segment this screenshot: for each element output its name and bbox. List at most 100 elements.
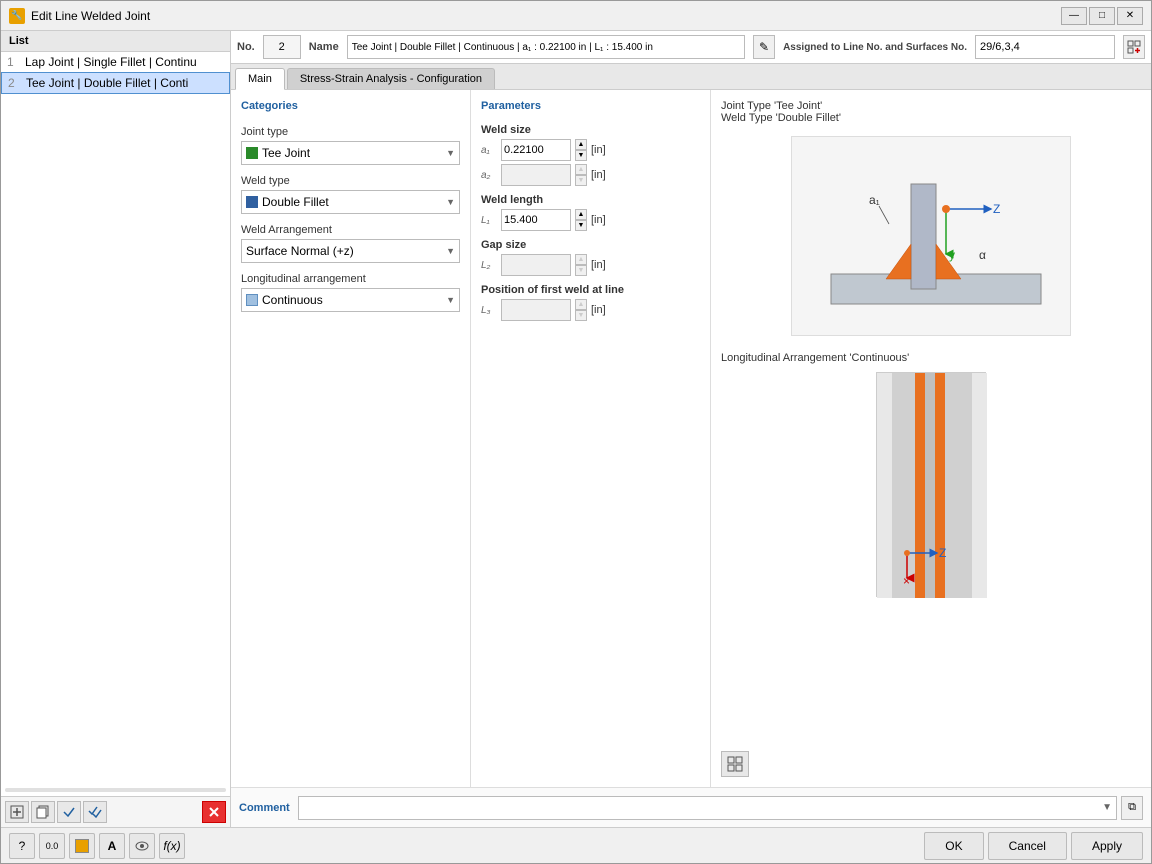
joint-type-group: Joint type Tee Joint ▼	[241, 126, 460, 165]
window-controls: — □ ✕	[1061, 7, 1143, 25]
comment-bar: Comment ▼ ⧉	[231, 787, 1151, 827]
longitudinal-arrangement-arrow: ▼	[446, 295, 455, 305]
assign-button[interactable]	[1123, 35, 1145, 59]
joint-diagram: Z y a₁ α	[801, 144, 1061, 329]
svg-text:×: ×	[903, 574, 910, 588]
joint-type-select[interactable]: Tee Joint ▼	[241, 141, 460, 165]
apply-button[interactable]: Apply	[1071, 832, 1143, 860]
list-item-num-2: 2	[8, 76, 22, 90]
l1-spin-up[interactable]: ▲	[575, 209, 587, 220]
l1-spin-down[interactable]: ▼	[575, 220, 587, 231]
new-item-button[interactable]	[5, 801, 29, 823]
a1-spin-down[interactable]: ▼	[575, 150, 587, 161]
weld-type-arrow: ▼	[446, 197, 455, 207]
a2-input	[501, 164, 571, 186]
weld-type-value: Double Fillet	[246, 195, 329, 209]
l2-spinners: ▲ ▼	[575, 254, 587, 276]
svg-text:a₁: a₁	[869, 193, 880, 207]
tabs-bar: Main Stress-Strain Analysis - Configurat…	[231, 64, 1151, 90]
weld-type-select[interactable]: Double Fillet ▼	[241, 190, 460, 214]
check-button[interactable]	[57, 801, 81, 823]
maximize-button[interactable]: □	[1089, 7, 1115, 25]
comment-label: Comment	[239, 802, 294, 814]
l1-input[interactable]: 15.400	[501, 209, 571, 231]
edit-name-button[interactable]: ✎	[753, 35, 775, 59]
name-label: Name	[309, 41, 339, 53]
gap-size-label: Gap size	[481, 239, 700, 251]
close-button[interactable]: ✕	[1117, 7, 1143, 25]
preview-panel: Joint Type 'Tee Joint' Weld Type 'Double…	[711, 90, 1151, 787]
cancel-button[interactable]: Cancel	[988, 832, 1067, 860]
a2-spinners: ▲ ▼	[575, 164, 587, 186]
numeric-button[interactable]: 0.0	[39, 833, 65, 859]
assign-label: Assigned to Line No. and Surfaces No.	[783, 42, 967, 53]
a1-unit: [in]	[591, 144, 606, 156]
a2-spin-down: ▼	[575, 175, 587, 186]
svg-text:y: y	[949, 248, 955, 262]
weld-length-group: Weld length L₁ 15.400 ▲ ▼ [in]	[481, 194, 700, 231]
list-item-2[interactable]: 2 Tee Joint | Double Fillet | Conti	[1, 72, 230, 94]
comment-copy-button[interactable]: ⧉	[1121, 796, 1143, 820]
longitudinal-arrangement-label: Longitudinal arrangement	[241, 273, 460, 285]
list-item-text-1: Lap Joint | Single Fillet | Continu	[25, 55, 197, 69]
comment-input[interactable]: ▼	[298, 796, 1117, 820]
longitudinal-arrangement-select[interactable]: Continuous ▼	[241, 288, 460, 312]
check-all-button[interactable]	[83, 801, 107, 823]
list-item-1[interactable]: 1 Lap Joint | Single Fillet | Continu	[1, 52, 230, 72]
copy-item-button[interactable]	[31, 801, 55, 823]
position-label: Position of first weld at line	[481, 284, 700, 296]
l3-spin-down: ▼	[575, 310, 587, 321]
gap-size-group: Gap size L₂ ▲ ▼ [in]	[481, 239, 700, 276]
l3-input	[501, 299, 571, 321]
categories-header: Categories	[241, 100, 460, 112]
list-toolbar	[1, 796, 230, 827]
arrangement-diagram: Z ×	[877, 373, 987, 598]
right-area: No. 2 Name Tee Joint | Double Fillet | C…	[231, 31, 1151, 827]
delete-item-button[interactable]	[202, 801, 226, 823]
left-panel: List 1 Lap Joint | Single Fillet | Conti…	[1, 31, 231, 827]
weld-arrangement-group: Weld Arrangement Surface Normal (+z) ▼	[241, 224, 460, 263]
text-button[interactable]: A	[99, 833, 125, 859]
weld-type-group: Weld type Double Fillet ▼	[241, 175, 460, 214]
position-group: Position of first weld at line L₃ ▲ ▼ [i…	[481, 284, 700, 321]
joint-type-color	[246, 147, 258, 159]
weld-type-color	[246, 196, 258, 208]
a1-label: a₁	[481, 145, 497, 156]
list-container: 1 Lap Joint | Single Fillet | Continu 2 …	[1, 52, 230, 784]
l3-unit: [in]	[591, 304, 606, 316]
bottom-bar: ? 0.0 A f(x) OK Cancel Apply	[1, 827, 1151, 863]
color-button[interactable]	[69, 833, 95, 859]
ok-button[interactable]: OK	[924, 832, 983, 860]
help-button[interactable]: ?	[9, 833, 35, 859]
weld-length-label: Weld length	[481, 194, 700, 206]
longitudinal-arrangement-value: Continuous	[246, 293, 323, 307]
a2-row: a₂ ▲ ▼ [in]	[481, 164, 700, 186]
joint-type-value: Tee Joint	[246, 146, 310, 160]
longitudinal-arrangement-group: Longitudinal arrangement Continuous ▼	[241, 273, 460, 312]
l2-spin-down: ▼	[575, 265, 587, 276]
function-button[interactable]: f(x)	[159, 833, 185, 859]
view-button[interactable]	[129, 833, 155, 859]
l3-label: L₃	[481, 305, 497, 316]
main-window: 🔧 Edit Line Welded Joint — □ ✕ List 1 La…	[0, 0, 1152, 864]
weld-arrangement-label: Weld Arrangement	[241, 224, 460, 236]
weld-arrangement-arrow: ▼	[446, 246, 455, 256]
tab-stress-strain[interactable]: Stress-Strain Analysis - Configuration	[287, 68, 495, 89]
arrangement-description: Longitudinal Arrangement 'Continuous'	[721, 352, 1141, 364]
l2-label: L₂	[481, 260, 497, 271]
weld-arrangement-select[interactable]: Surface Normal (+z) ▼	[241, 239, 460, 263]
weld-type-label: Weld type	[241, 175, 460, 187]
app-icon: 🔧	[9, 8, 25, 24]
l2-input	[501, 254, 571, 276]
longitudinal-color	[246, 294, 258, 306]
l1-unit: [in]	[591, 214, 606, 226]
a1-spin-up[interactable]: ▲	[575, 139, 587, 150]
list-item-text-2: Tee Joint | Double Fillet | Conti	[26, 76, 188, 90]
no-value: 2	[263, 35, 301, 59]
a1-input[interactable]: 0.22100	[501, 139, 571, 161]
minimize-button[interactable]: —	[1061, 7, 1087, 25]
preview-settings-button[interactable]	[721, 751, 749, 777]
tab-main[interactable]: Main	[235, 68, 285, 90]
list-item-num-1: 1	[7, 55, 21, 69]
a1-spinners: ▲ ▼	[575, 139, 587, 161]
